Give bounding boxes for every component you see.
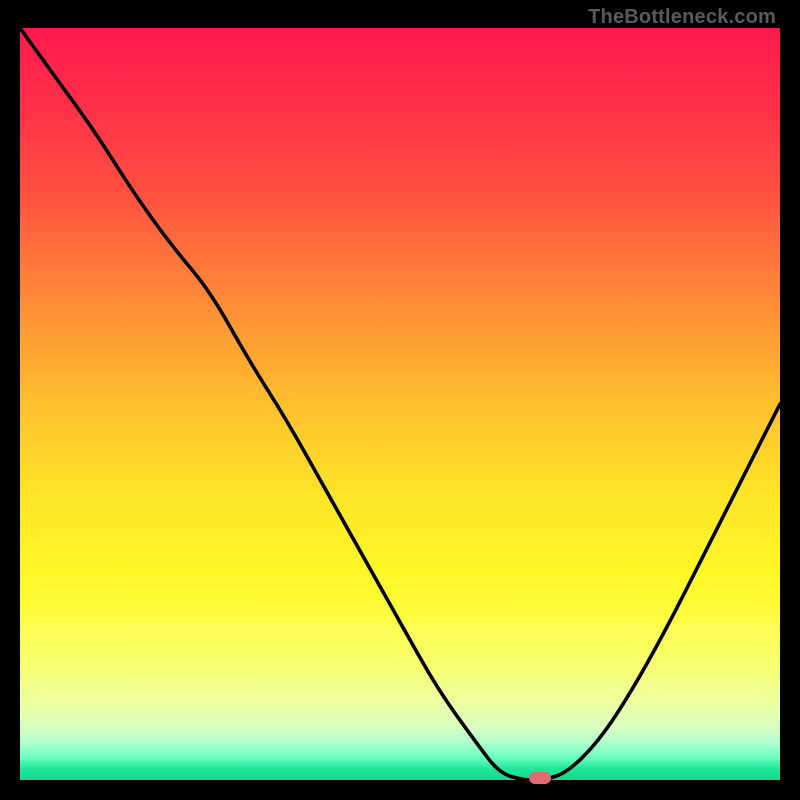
plot-background-gradient [20,28,780,780]
optimal-point-marker [529,772,551,784]
watermark-text: TheBottleneck.com [588,6,776,29]
chart-container: TheBottleneck.com [0,0,800,800]
